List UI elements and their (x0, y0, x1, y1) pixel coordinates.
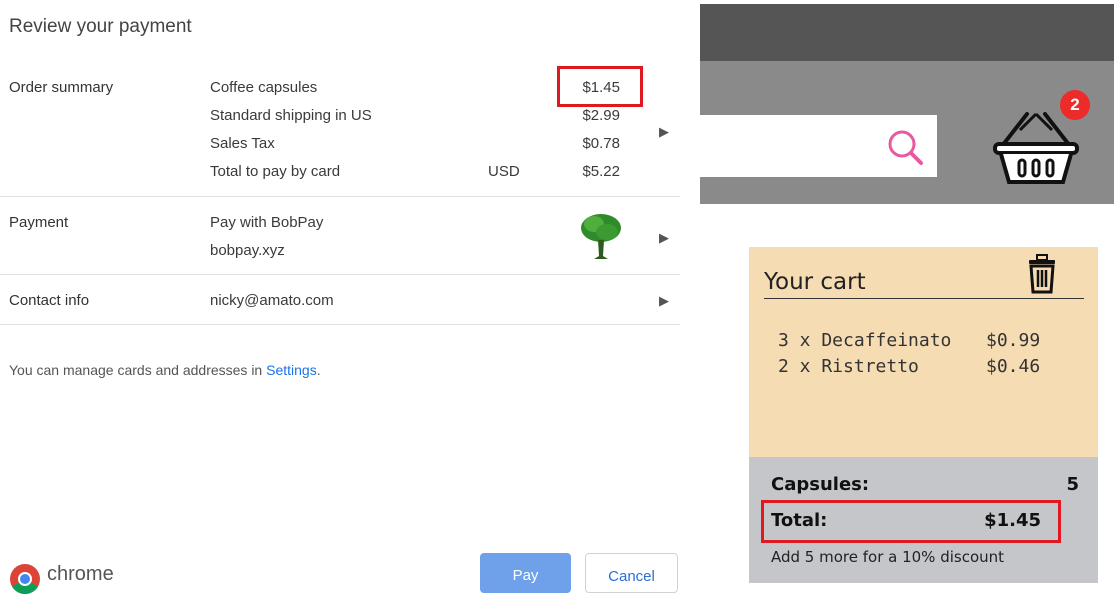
settings-suffix: . (316, 362, 321, 378)
payment-domain: bobpay.xyz (210, 242, 285, 259)
highlight-box (557, 66, 643, 107)
cart-count-badge: 2 (1060, 90, 1090, 120)
cart-item-price: $0.99 (986, 330, 1041, 351)
trash-icon[interactable] (1026, 254, 1058, 294)
settings-link[interactable]: Settings (266, 362, 317, 378)
cart-panel: Your cart 3 x Decaffeinato $0.99 2 x Ris… (749, 247, 1098, 457)
cancel-button[interactable]: Cancel (585, 553, 678, 593)
cart-summary: Capsules: 5 Total: $1.45 Add 5 more for … (749, 457, 1098, 583)
capsules-count: 5 (1066, 474, 1079, 495)
top-bar (700, 4, 1114, 61)
contact-label: Contact info (9, 292, 90, 309)
currency-code: USD (488, 163, 520, 180)
cart-item-name: 2 x Ristretto (778, 356, 919, 377)
total-label: Total to pay by card (210, 163, 341, 180)
cart-item-name: 3 x Decaffeinato (778, 330, 952, 351)
chevron-right-icon[interactable]: ▶ (659, 293, 669, 309)
divider (0, 324, 680, 325)
item-name: Sales Tax (210, 135, 275, 152)
manage-info: You can manage cards and addresses in Se… (9, 362, 321, 378)
manage-text: You can manage cards and addresses in (9, 362, 267, 378)
cart-item-price: $0.46 (986, 356, 1041, 377)
item-amount: $0.78 (582, 135, 620, 152)
payment-label: Payment (9, 214, 69, 231)
discount-note: Add 5 more for a 10% discount (771, 548, 1005, 566)
highlight-box (761, 500, 1061, 543)
basket-icon[interactable] (992, 108, 1082, 188)
cart-title: Your cart (764, 269, 866, 295)
divider (0, 196, 680, 197)
payment-method: Pay with BobPay (210, 214, 324, 231)
pay-button[interactable]: Pay (480, 553, 571, 593)
payment-dialog: Review your payment Order summary Coffee… (0, 0, 700, 595)
cart-divider (764, 298, 1084, 299)
shop-page: 2 Your cart 3 x Decaffeinato $0.99 2 x R… (700, 0, 1114, 583)
divider (0, 274, 680, 275)
tree-icon (581, 214, 621, 259)
item-amount: $2.99 (582, 107, 620, 124)
chrome-logo-icon (10, 564, 40, 595)
order-summary-label: Order summary (9, 79, 114, 96)
chevron-right-icon[interactable]: ▶ (659, 124, 669, 140)
capsules-label: Capsules: (771, 474, 870, 495)
item-name: Standard shipping in US (210, 107, 372, 124)
total-amount: $5.22 (582, 163, 620, 180)
item-name: Coffee capsules (210, 79, 318, 96)
search-input[interactable] (700, 115, 937, 177)
contact-email: nicky@amato.com (210, 292, 334, 309)
dialog-title: Review your payment (9, 16, 192, 37)
chevron-right-icon[interactable]: ▶ (659, 230, 669, 246)
search-icon[interactable] (886, 128, 926, 168)
